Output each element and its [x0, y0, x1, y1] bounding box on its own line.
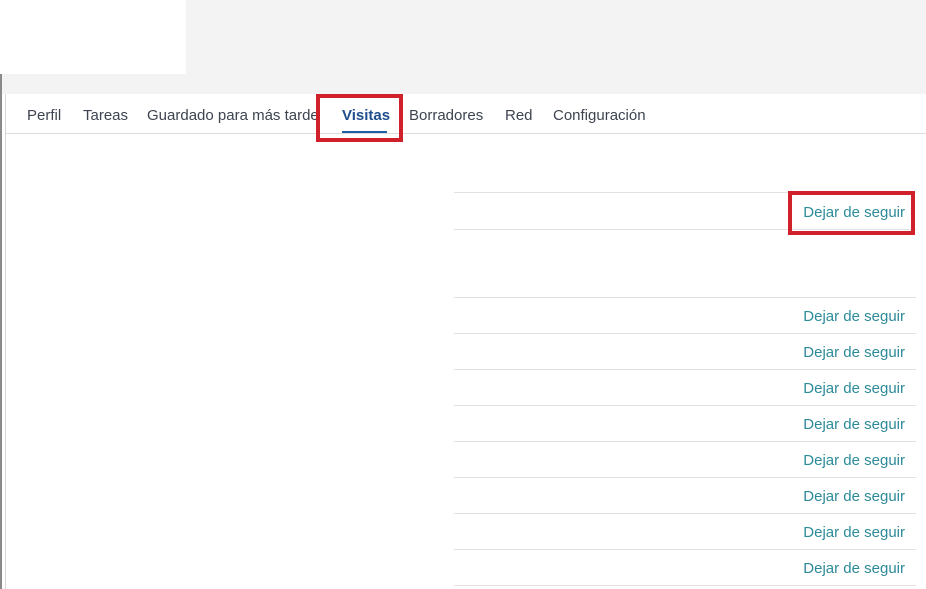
tab-configuracion[interactable]: Configuración — [553, 107, 646, 125]
row-divider — [454, 441, 916, 442]
active-tab-indicator — [342, 131, 387, 133]
row-divider — [454, 549, 916, 550]
unfollow-link[interactable]: Dejar de seguir — [803, 344, 905, 362]
unfollow-link[interactable]: Dejar de seguir — [803, 452, 905, 470]
row-divider — [454, 333, 916, 334]
row-divider — [454, 192, 916, 193]
tab-tareas[interactable]: Tareas — [83, 107, 128, 125]
unfollow-link[interactable]: Dejar de seguir — [803, 488, 905, 506]
unfollow-link[interactable]: Dejar de seguir — [803, 560, 905, 578]
unfollow-link[interactable]: Dejar de seguir — [803, 308, 905, 326]
tab-guardado-para-mas-tarde[interactable]: Guardado para más tarde — [147, 107, 319, 125]
row-divider — [454, 369, 916, 370]
tab-red[interactable]: Red — [505, 107, 533, 125]
tab-perfil[interactable]: Perfil — [27, 107, 61, 125]
unfollow-link[interactable]: Dejar de seguir — [803, 204, 905, 222]
unfollow-link[interactable]: Dejar de seguir — [803, 416, 905, 434]
row-divider — [454, 405, 916, 406]
profile-tabs: Perfil Tareas Guardado para más tarde Vi… — [6, 94, 926, 134]
row-divider — [454, 585, 916, 586]
row-divider — [454, 513, 916, 514]
row-divider — [454, 297, 916, 298]
top-left-panel — [0, 0, 186, 74]
unfollow-link[interactable]: Dejar de seguir — [803, 524, 905, 542]
tab-visitas[interactable]: Visitas — [342, 107, 390, 125]
left-content-border — [5, 94, 6, 589]
row-divider — [454, 229, 916, 230]
unfollow-link[interactable]: Dejar de seguir — [803, 380, 905, 398]
left-window-border — [0, 74, 2, 589]
tab-borradores[interactable]: Borradores — [409, 107, 483, 125]
row-divider — [454, 477, 916, 478]
